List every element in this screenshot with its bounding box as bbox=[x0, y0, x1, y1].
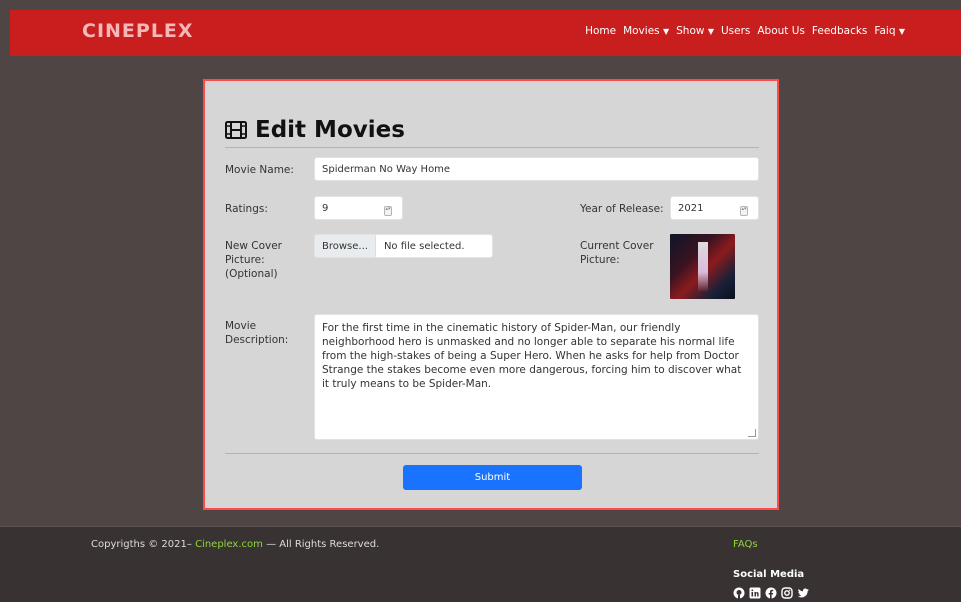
brand-logo[interactable]: CINEPLEX bbox=[82, 20, 194, 42]
copyright-suffix: — All Rights Reserved. bbox=[266, 539, 380, 550]
twitter-icon[interactable] bbox=[797, 584, 809, 598]
caret-down-icon: ▼ bbox=[898, 27, 905, 36]
ratings-input[interactable]: 9 ▴▾ bbox=[314, 196, 403, 220]
year-value: 2021 bbox=[678, 202, 704, 214]
linkedin-icon[interactable] bbox=[749, 584, 761, 599]
edit-movie-card: Edit Movies Movie Name: Spiderman No Way… bbox=[203, 79, 779, 510]
current-cover-image bbox=[670, 234, 735, 299]
divider bbox=[225, 147, 759, 148]
submit-button[interactable]: Submit bbox=[403, 465, 582, 490]
description-textarea[interactable]: For the first time in the cinematic hist… bbox=[314, 314, 759, 440]
file-input[interactable]: Browse... No file selected. bbox=[314, 234, 493, 258]
github-icon[interactable] bbox=[733, 584, 745, 599]
instagram-icon[interactable] bbox=[781, 584, 793, 599]
nav-faq[interactable]: Faiq ▼ bbox=[874, 25, 905, 37]
page-title-text: Edit Movies bbox=[255, 117, 405, 143]
nav-users[interactable]: Users bbox=[721, 25, 750, 37]
browse-button[interactable]: Browse... bbox=[315, 235, 376, 257]
movie-name-label: Movie Name: bbox=[225, 164, 294, 176]
description-text: For the first time in the cinematic hist… bbox=[322, 322, 742, 390]
ratings-label: Ratings: bbox=[225, 203, 268, 215]
navbar: CINEPLEX Home Movies ▼ Show ▼ Users Abou… bbox=[10, 10, 961, 56]
social-title: Social Media bbox=[733, 569, 805, 580]
faqs-link[interactable]: FAQs bbox=[733, 539, 758, 550]
facebook-icon[interactable] bbox=[765, 584, 777, 599]
copyright-prefix: Copyrigths © 2021– bbox=[91, 539, 192, 550]
nav-movies-label: Movies bbox=[623, 25, 660, 37]
caret-down-icon: ▼ bbox=[707, 27, 714, 36]
poster-glow bbox=[698, 242, 708, 292]
year-stepper[interactable]: ▴▾ bbox=[740, 206, 748, 216]
caret-down-icon: ▼ bbox=[662, 27, 670, 36]
cover-label: New Cover Picture: (Optional) bbox=[225, 240, 282, 280]
nav-show-label: Show bbox=[676, 25, 705, 37]
ratings-value: 9 bbox=[322, 202, 329, 214]
file-status: No file selected. bbox=[375, 235, 492, 257]
movie-name-input[interactable]: Spiderman No Way Home bbox=[314, 157, 759, 181]
divider bbox=[225, 453, 759, 454]
footer: Copyrigths © 2021– Cineplex.com — All Ri… bbox=[0, 526, 961, 602]
resize-handle-icon[interactable] bbox=[748, 429, 756, 437]
page-title: Edit Movies bbox=[225, 117, 405, 143]
social-icons bbox=[733, 584, 809, 599]
nav-about[interactable]: About Us bbox=[757, 25, 805, 37]
year-input[interactable]: 2021 ▴▾ bbox=[670, 196, 759, 220]
nav-home[interactable]: Home bbox=[585, 25, 616, 37]
year-label: Year of Release: bbox=[580, 203, 664, 215]
ratings-stepper[interactable]: ▴▾ bbox=[384, 206, 392, 216]
nav-feedbacks[interactable]: Feedbacks bbox=[812, 25, 867, 37]
nav-movies[interactable]: Movies ▼ bbox=[623, 25, 669, 37]
nav-faq-label: Faiq bbox=[874, 25, 896, 37]
nav-menu: Home Movies ▼ Show ▼ Users About Us Feed… bbox=[585, 25, 905, 37]
site-link[interactable]: Cineplex.com bbox=[195, 539, 263, 550]
description-label: Movie Description: bbox=[225, 320, 289, 346]
current-cover-label: Current Cover Picture: bbox=[580, 240, 654, 266]
copyright: Copyrigths © 2021– Cineplex.com — All Ri… bbox=[91, 539, 379, 550]
nav-show[interactable]: Show ▼ bbox=[676, 25, 714, 37]
film-icon bbox=[225, 121, 247, 139]
